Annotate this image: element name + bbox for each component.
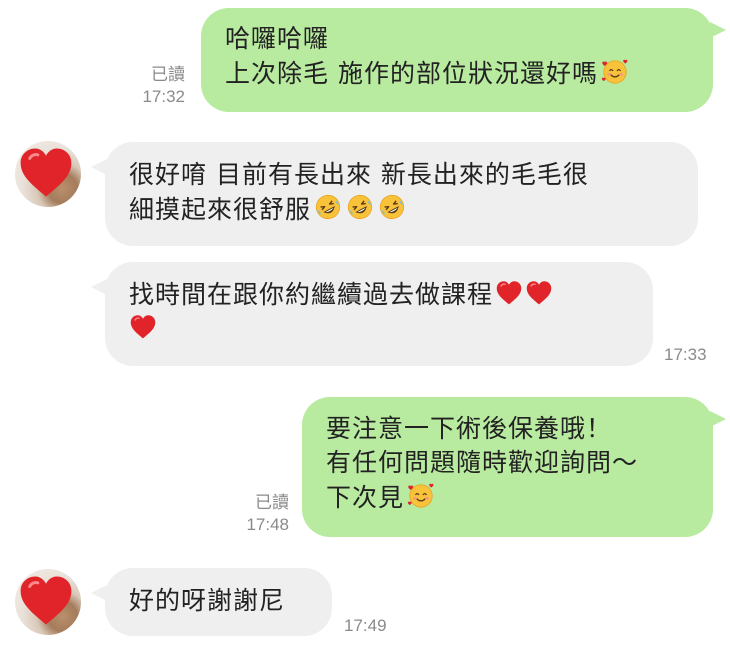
message-time: 17:49 [344,616,387,635]
red-heart-icon [495,279,523,307]
rolling-on-floor-laughing-icon [377,192,407,222]
message-time: 17:32 [142,87,185,106]
smiling-face-with-hearts-icon [600,56,630,86]
message-line: 下次見 [326,480,713,515]
bubble-tail [710,22,726,38]
bubble-tail [710,411,726,427]
message-line: 哈囉哈囉 [225,24,330,53]
read-receipt: 已讀 17:48 [246,492,289,536]
incoming-message-bubble[interactable]: 好的呀謝謝尼 [105,568,332,636]
incoming-message-bubble[interactable]: 找時間在跟你約繼續過去做課程 [105,262,653,366]
red-heart-icon [129,313,157,341]
red-heart-icon [525,279,553,307]
rolling-on-floor-laughing-icon [345,192,375,222]
message-line: 細摸起來很舒服 [129,192,698,227]
red-heart-icon [19,575,73,627]
read-label: 已讀 [151,65,185,84]
outgoing-message-bubble[interactable]: 要注意一下術後保養哦！ 有任何問題隨時歡迎詢問～ 下次見 [302,397,713,537]
incoming-message-bubble[interactable]: 很好唷 目前有長出來 新長出來的毛毛很 細摸起來很舒服 [105,142,698,246]
message-time: 17:33 [664,345,707,364]
read-label: 已讀 [255,493,289,512]
contact-avatar[interactable] [15,569,81,635]
message-line: 好的呀謝謝尼 [129,586,286,615]
message-line: 要注意一下術後保養哦！ [326,414,613,443]
message-line: 很好唷 目前有長出來 新長出來的毛毛很 [129,160,589,189]
read-receipt: 已讀 17:32 [142,64,185,108]
red-heart-icon [19,147,73,199]
message-time: 17:48 [246,515,289,534]
message-line: 找時間在跟你約繼續過去做課程 [129,278,653,312]
outgoing-message-bubble[interactable]: 哈囉哈囉 上次除毛 施作的部位狀況還好嗎 [201,8,713,112]
contact-avatar[interactable] [15,141,81,207]
message-line: 上次除毛 施作的部位狀況還好嗎 [225,56,713,91]
smiling-face-with-hearts-icon [406,480,436,510]
rolling-on-floor-laughing-icon [313,192,343,222]
message-line: 有任何問題隨時歡迎詢問～ [326,448,639,477]
message-line [129,312,653,346]
